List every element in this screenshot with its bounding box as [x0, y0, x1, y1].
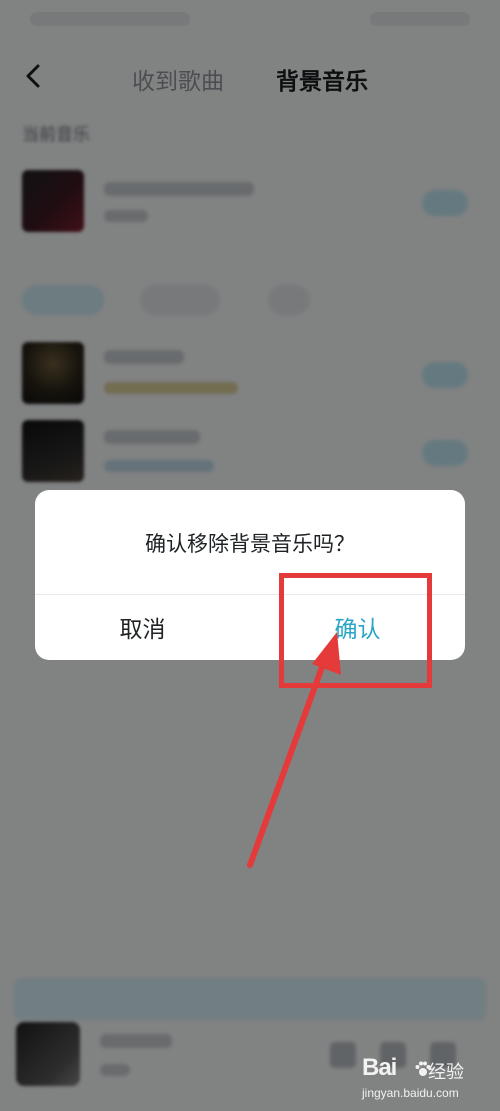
watermark-brand: Bai	[362, 1054, 397, 1081]
baidu-jingyan-watermark: Bai 经验 jingyan.baidu.com	[356, 1052, 496, 1108]
watermark-url: jingyan.baidu.com	[362, 1086, 459, 1100]
watermark-jingyan: 经验	[428, 1062, 464, 1083]
cancel-button[interactable]: 取消	[35, 594, 250, 660]
dialog-message: 确认移除背景音乐吗？	[145, 532, 355, 556]
annotation-highlight-box	[279, 573, 432, 688]
